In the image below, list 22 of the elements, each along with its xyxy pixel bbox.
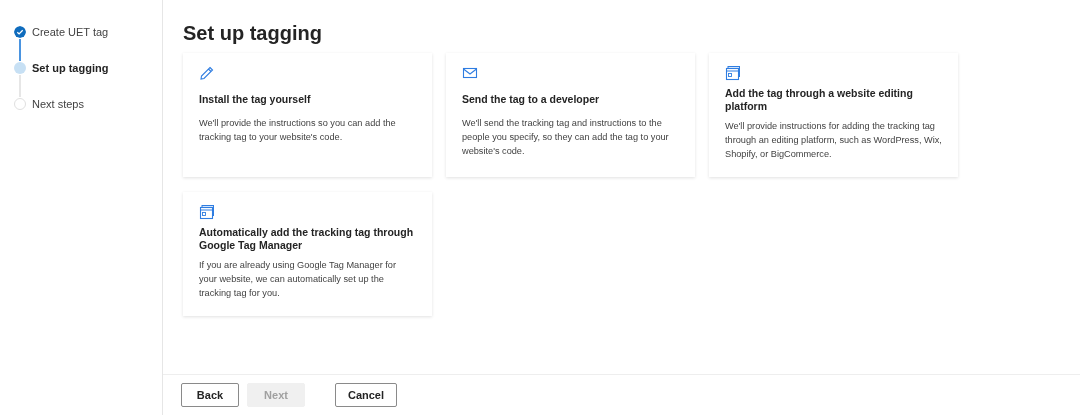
option-card[interactable]: Add the tag through a website editing platform We'll provide instructions for adding the tracking tag through an editing platform, such as WordPress, Wix, Shopify, or BigCommerce. xyxy=(709,53,958,177)
card-title: Install the tag yourself xyxy=(199,93,312,106)
browser-window-icon xyxy=(725,65,741,81)
card-description: We'll provide the instructions so you can add the tracking tag to your website's code. xyxy=(199,117,397,144)
card-title: Send the tag to a developer xyxy=(462,93,601,106)
option-card[interactable]: Install the tag yourself We'll provide the instructions so you can add the tracking tag to your website's code. xyxy=(183,53,432,177)
card-description: We'll provide instructions for adding the tracking tag through an editing platform, such as WordPress, Wix, Shopify, or BigCommerce. xyxy=(725,120,942,161)
step-label[interactable]: Set up tagging xyxy=(32,62,109,74)
footer-button[interactable]: Cancel xyxy=(335,383,397,407)
pencil-icon xyxy=(199,65,215,81)
option-card[interactable]: Automatically add the tracking tag through Google Tag Manager If you are already using Google Tag Manager for your website, we can automatically set up the tracking tag for you. xyxy=(183,192,432,316)
footer-button[interactable]: Back xyxy=(181,383,239,407)
option-card[interactable]: Send the tag to a developer We'll send the tracking tag and instructions to the people you specify, so they can add the tag to your website's code. xyxy=(446,53,695,177)
step-label[interactable]: Next steps xyxy=(32,98,84,110)
step-label[interactable]: Create UET tag xyxy=(32,26,109,38)
envelope-icon xyxy=(462,65,478,81)
page-title: Set up tagging xyxy=(183,22,323,45)
card-description: We'll send the tracking tag and instructions to the people you specify, so they can add the tag to your website's code. xyxy=(462,117,670,158)
card-title: Automatically add the tracking tag through Google Tag Manager xyxy=(199,226,415,252)
card-title: Add the tag through a website editing platform xyxy=(725,87,914,113)
browser-window-icon xyxy=(199,204,215,220)
card-description: If you are already using Google Tag Manager for your website, we can automatically set up the tracking tag for you. xyxy=(199,259,397,300)
